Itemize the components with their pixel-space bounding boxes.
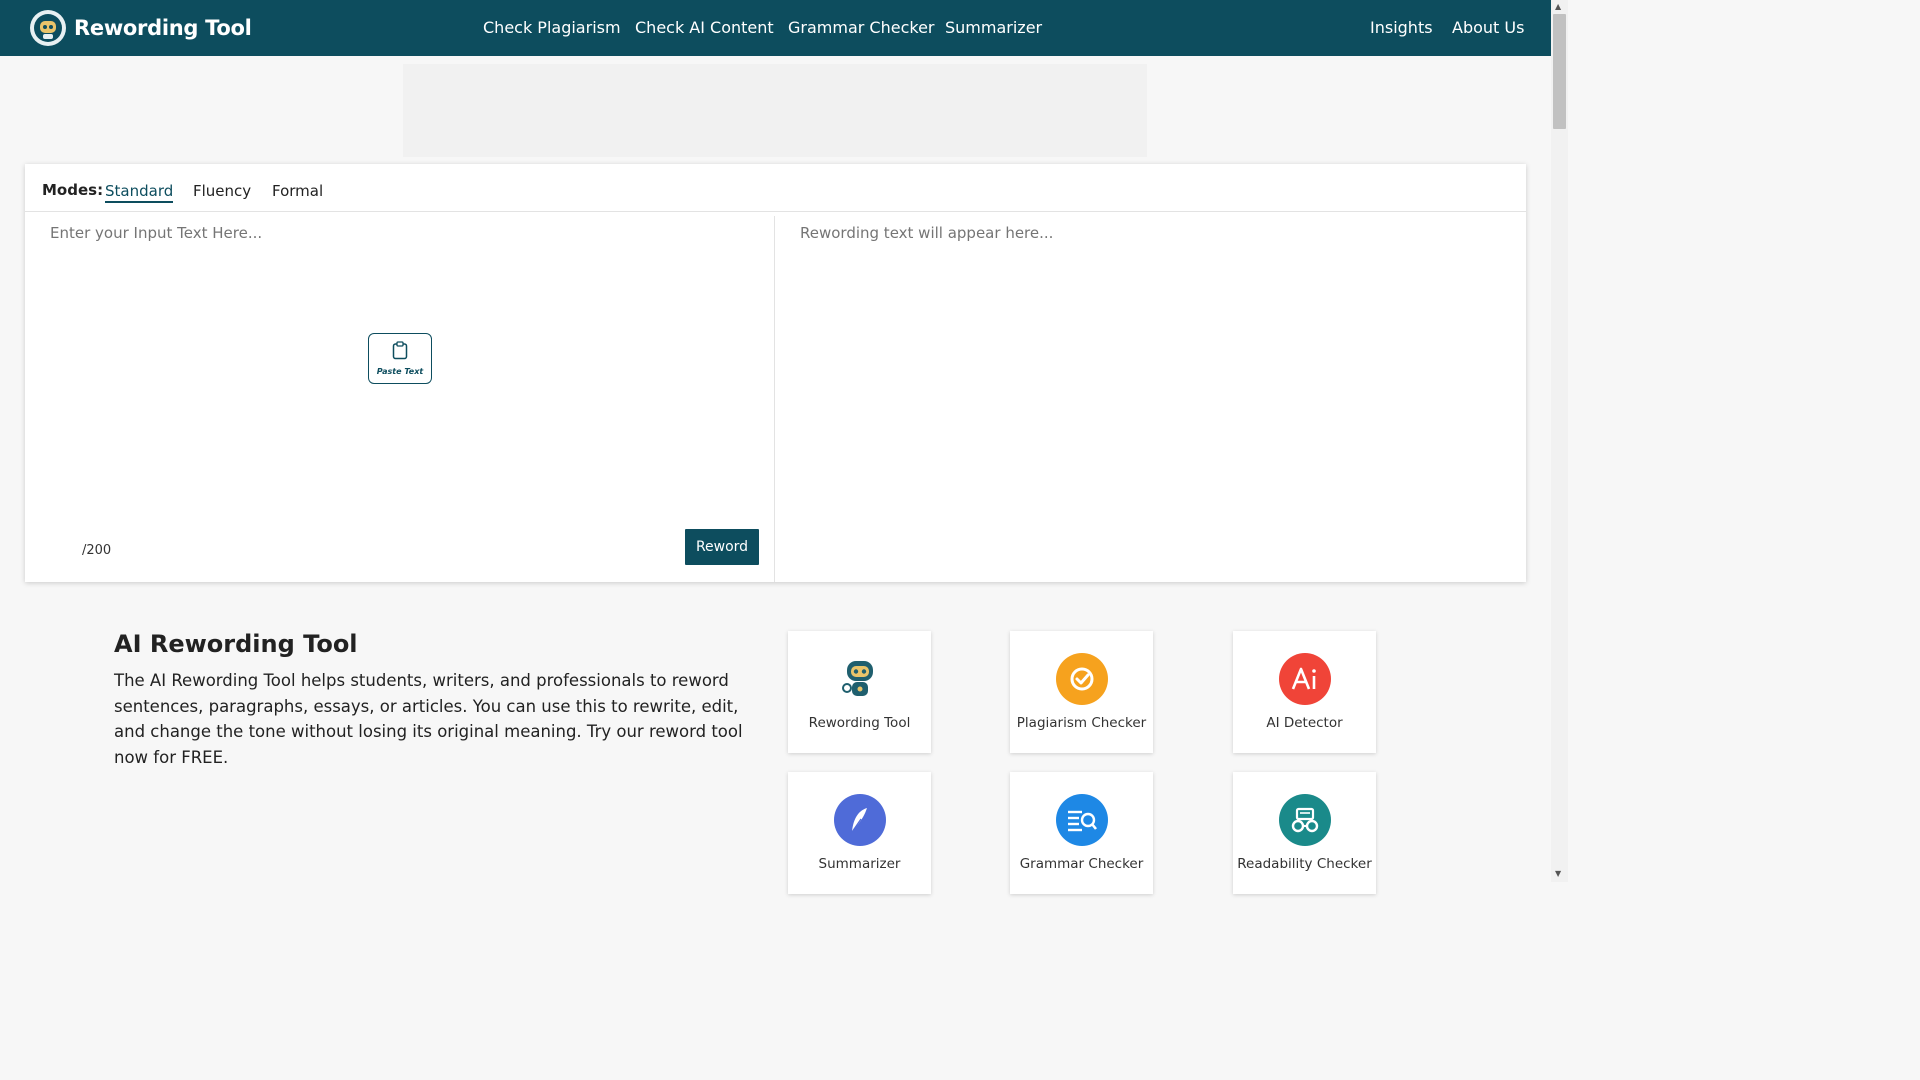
page-scrollbar[interactable]: ▲ ▼ bbox=[1551, 0, 1568, 882]
top-navbar: Rewording Tool Check Plagiarism Check AI… bbox=[0, 0, 1551, 56]
scroll-down-arrow-icon[interactable]: ▼ bbox=[1555, 870, 1561, 878]
brand-link[interactable]: Rewording Tool bbox=[30, 10, 252, 46]
nav-about-us[interactable]: About Us bbox=[1452, 18, 1524, 37]
output-placeholder: Rewording text will appear here... bbox=[800, 224, 1054, 242]
mode-tab-fluency[interactable]: Fluency bbox=[193, 182, 251, 200]
tool-label: Plagiarism Checker bbox=[1016, 715, 1147, 731]
paste-text-label: Paste Text bbox=[376, 367, 424, 376]
tool-label: AI Detector bbox=[1266, 715, 1343, 731]
paste-text-button[interactable]: Paste Text bbox=[368, 333, 432, 384]
mode-tab-formal[interactable]: Formal bbox=[272, 182, 323, 200]
mode-tab-standard[interactable]: Standard bbox=[105, 182, 174, 203]
modes-bar: Modes: Standard Fluency Formal bbox=[25, 164, 1526, 212]
glasses-icon bbox=[1278, 794, 1331, 846]
tool-label: Grammar Checker bbox=[1019, 856, 1144, 872]
robot-icon bbox=[834, 653, 886, 705]
nav-check-ai-content[interactable]: Check AI Content bbox=[635, 18, 774, 37]
reword-button[interactable]: Reword bbox=[685, 529, 759, 565]
ai-icon bbox=[1278, 653, 1331, 705]
ad-placeholder bbox=[403, 64, 1147, 157]
nav-summarizer[interactable]: Summarizer bbox=[945, 18, 1042, 37]
nav-grammar-checker[interactable]: Grammar Checker bbox=[788, 18, 935, 37]
tool-card-ai-detector[interactable]: AI Detector bbox=[1233, 631, 1376, 753]
tool-card-plagiarism-checker[interactable]: Plagiarism Checker bbox=[1010, 631, 1153, 753]
modes-label: Modes: bbox=[42, 181, 104, 199]
tool-card-grammar-checker[interactable]: Grammar Checker bbox=[1010, 772, 1153, 894]
output-text-area[interactable]: Rewording text will appear here... bbox=[776, 216, 1526, 582]
check-badge-icon bbox=[1055, 653, 1108, 705]
clipboard-icon bbox=[392, 341, 408, 364]
scroll-thumb[interactable] bbox=[1553, 14, 1566, 129]
scroll-up-arrow-icon[interactable]: ▲ bbox=[1555, 3, 1561, 11]
nav-insights[interactable]: Insights bbox=[1370, 18, 1433, 37]
editor-card: Modes: Standard Fluency Formal Enter you… bbox=[25, 164, 1526, 582]
tool-label: Summarizer bbox=[818, 856, 901, 872]
word-counter: /200 bbox=[82, 543, 112, 558]
brand-name: Rewording Tool bbox=[74, 16, 252, 40]
input-text-area[interactable]: Enter your Input Text Here... Paste Text… bbox=[25, 216, 775, 582]
about-description: The AI Rewording Tool helps students, wr… bbox=[114, 671, 743, 767]
tool-card-summarizer[interactable]: Summarizer bbox=[788, 772, 931, 894]
tool-label: Rewording Tool bbox=[808, 715, 911, 731]
tool-card-readability-checker[interactable]: Readability Checker bbox=[1233, 772, 1376, 894]
robot-logo-icon bbox=[30, 10, 66, 46]
input-placeholder: Enter your Input Text Here... bbox=[50, 224, 263, 242]
about-title: AI Rewording Tool bbox=[114, 630, 358, 658]
tool-label: Readability Checker bbox=[1237, 856, 1372, 872]
search-lines-icon bbox=[1055, 794, 1108, 846]
nav-check-plagiarism[interactable]: Check Plagiarism bbox=[483, 18, 621, 37]
feather-icon bbox=[833, 794, 886, 846]
tool-card-rewording-tool[interactable]: Rewording Tool bbox=[788, 631, 931, 753]
